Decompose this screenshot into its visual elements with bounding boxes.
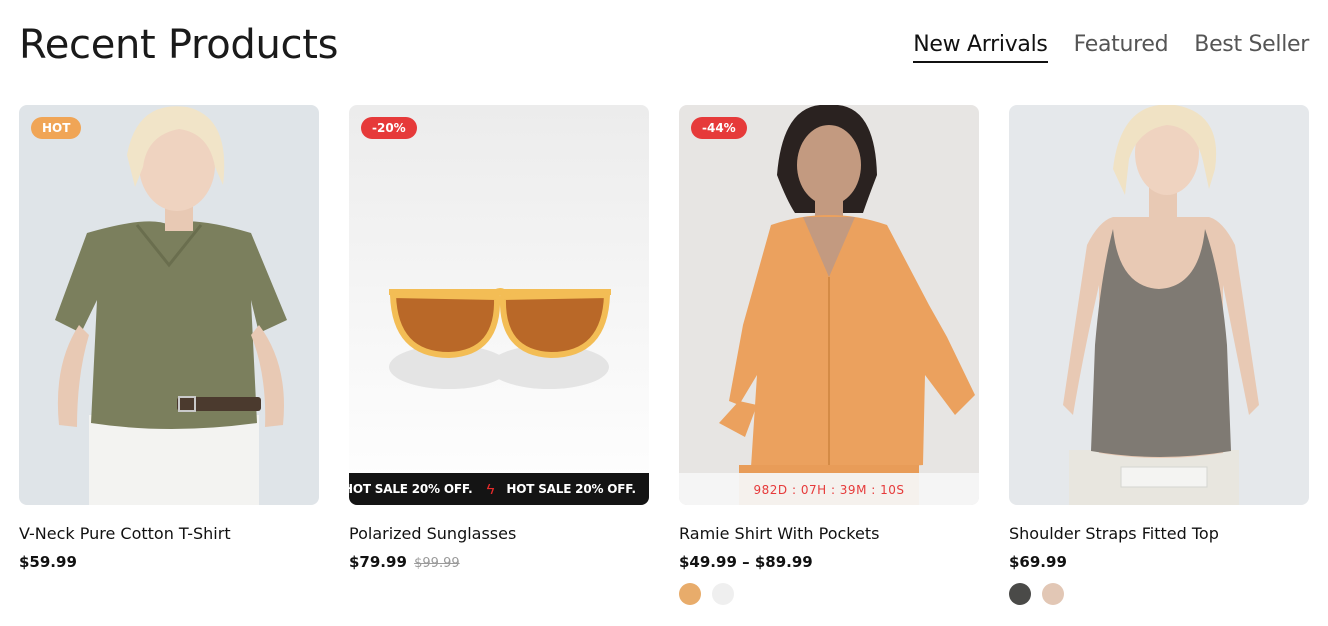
discount-badge: -44% [691,117,747,139]
tab-featured[interactable]: Featured [1074,32,1169,63]
color-swatch-white[interactable] [712,583,734,605]
discount-badge: -20% [361,117,417,139]
product-name[interactable]: Shoulder Straps Fitted Top [1009,524,1309,543]
original-price: $99.99 [414,556,460,571]
product-price: $79.99 $99.99 [349,553,649,571]
product-price: $49.99 – $89.99 [679,553,979,571]
model-tank-top-photo [1009,105,1309,505]
model-tshirt-photo [19,105,319,505]
product-image-fitted-top[interactable] [1009,105,1309,505]
product-image-ramie-shirt[interactable]: -44% 982D : 07H : 39M : 10S [679,105,979,505]
product-card: -44% 982D : 07H : 39M : 10S Ramie Shirt … [679,105,979,605]
price-range: $49.99 – $89.99 [679,553,813,571]
product-price: $69.99 [1009,553,1309,571]
color-swatch-orange[interactable] [679,583,701,605]
product-card: HOT V-Neck Pure Cotton T-Shirt $59.99 [19,105,319,605]
section-title: Recent Products [19,22,339,68]
tab-new-arrivals[interactable]: New Arrivals [913,32,1048,63]
product-price: $59.99 [19,553,319,571]
product-name[interactable]: Polarized Sunglasses [349,524,649,543]
sunglasses-photo [349,105,649,505]
hot-sale-marquee: HOT SALE 20% OFF. ϟ HOT SALE 20% OFF. ϟ … [349,473,649,505]
color-swatch-dark-gray[interactable] [1009,583,1031,605]
color-swatches [679,583,979,605]
hot-badge: HOT [31,117,82,139]
marquee-text: HOT SALE 20% OFF. [349,482,473,496]
countdown-timer: 982D : 07H : 39M : 10S [679,473,979,505]
marquee-text: HOT SALE 20% OFF. [506,482,636,496]
color-swatches [1009,583,1309,605]
product-card: Shoulder Straps Fitted Top $69.99 [1009,105,1309,605]
lightning-bolt-icon: ϟ [486,480,495,498]
product-image-tshirt[interactable]: HOT [19,105,319,505]
product-tabs: New Arrivals Featured Best Seller [913,32,1309,63]
product-name[interactable]: Ramie Shirt With Pockets [679,524,979,543]
color-swatch-beige[interactable] [1042,583,1064,605]
current-price: $59.99 [19,553,77,571]
current-price: $79.99 [349,553,407,571]
product-name[interactable]: V-Neck Pure Cotton T-Shirt [19,524,319,543]
current-price: $69.99 [1009,553,1067,571]
product-card: -20% HOT SALE 20% OFF. ϟ HOT SALE 20% OF… [349,105,649,605]
product-grid: HOT V-Neck Pure Cotton T-Shirt $59.99 -2… [19,105,1309,605]
tab-best-seller[interactable]: Best Seller [1194,32,1309,63]
model-shirt-photo [679,105,979,505]
product-image-sunglasses[interactable]: -20% HOT SALE 20% OFF. ϟ HOT SALE 20% OF… [349,105,649,505]
